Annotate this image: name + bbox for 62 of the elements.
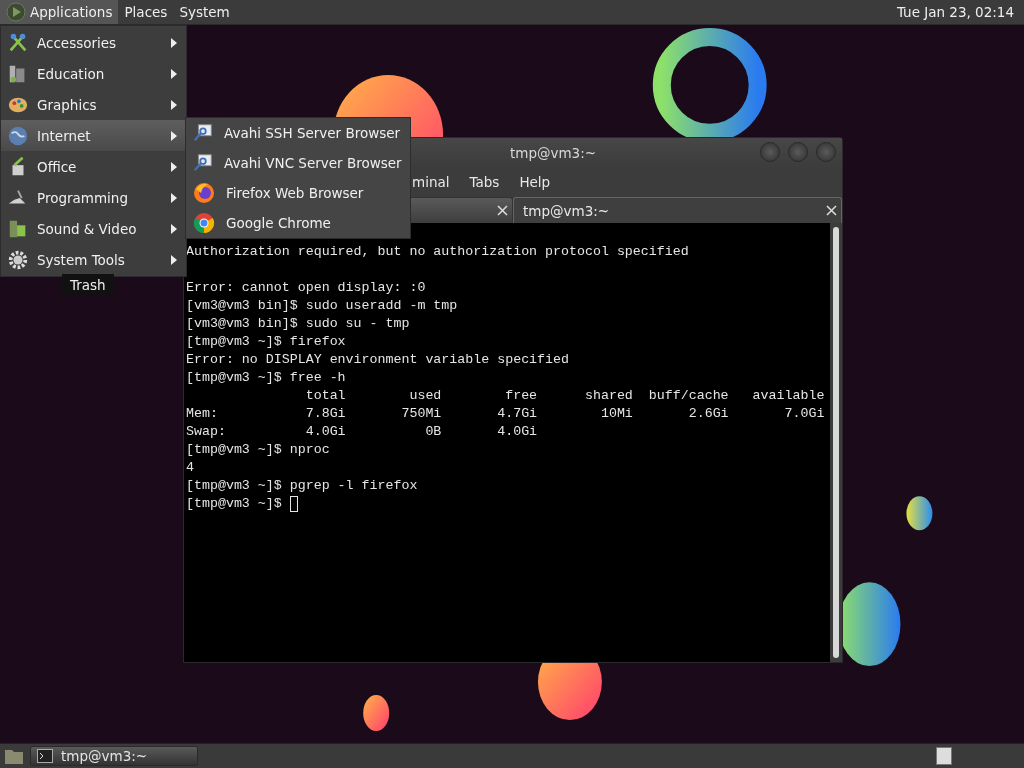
maximize-button[interactable] (788, 142, 808, 162)
terminal-line: Mem: 7.8Gi 750Mi 4.7Gi 10Mi 2.6Gi 7.0Gi (186, 405, 826, 423)
workspace-switcher[interactable] (936, 747, 952, 765)
folder-icon[interactable] (4, 747, 24, 765)
panel-menu[interactable]: Places (118, 0, 174, 24)
play-logo-icon (6, 2, 26, 22)
terminal-line: [vm3@vm3 bin]$ sudo su - tmp (186, 315, 411, 333)
menu-item[interactable]: System Tools (1, 244, 186, 275)
submenu-arrow-icon (170, 222, 178, 235)
close-icon[interactable] (826, 205, 837, 216)
chrome-icon (192, 211, 216, 235)
submenu-arrow-icon (170, 253, 178, 266)
terminal-line: [tmp@vm3 ~]$ (186, 495, 828, 513)
menu-item[interactable]: minal (412, 174, 450, 190)
terminal-line: Error: no DISPLAY environment variable specified (186, 351, 570, 369)
fox-globe-icon (192, 181, 216, 205)
submenu-arrow-icon (170, 191, 178, 204)
terminal-line: Authorization required, but no authorization protocol specified (186, 243, 690, 261)
menu-item[interactable]: Google Chrome (186, 208, 410, 238)
scissors-icon (7, 31, 29, 54)
terminal-line: Swap: 4.0Gi 0B 4.0Gi (186, 423, 539, 441)
submenu-arrow-icon (170, 67, 178, 80)
magnifier-icon (192, 152, 214, 174)
terminal-line: [tmp@vm3 ~]$ free -h (186, 369, 347, 387)
close-icon[interactable] (497, 205, 508, 216)
scrollbar-thumb[interactable] (833, 227, 839, 658)
submenu-arrow-icon (170, 129, 178, 142)
menu-item[interactable]: Office (1, 151, 186, 182)
window-title: tmp@vm3:~ (509, 144, 597, 161)
terminal-line: [vm3@vm3 bin]$ sudo useradd -m tmp (186, 297, 459, 315)
terminal-tab[interactable]: tmp@vm3:~ (513, 197, 842, 223)
magnifier-icon (192, 122, 214, 144)
submenu-arrow-icon (170, 36, 178, 49)
gear-icon (7, 248, 29, 271)
terminal-line: total used free shared buff/cache available (304, 387, 826, 405)
menu-item[interactable]: Programming (1, 182, 186, 213)
menu-item[interactable]: Help (519, 174, 551, 190)
tooltip: Trash (62, 274, 114, 296)
menu-item[interactable]: Sound & Video (1, 213, 186, 244)
close-button[interactable] (816, 142, 836, 162)
terminal-icon (37, 749, 53, 763)
menu-item[interactable]: Tabs (469, 174, 500, 190)
terminal-line: Error: cannot open display: :0 (186, 279, 427, 297)
panel-menu[interactable]: Applications (0, 0, 119, 24)
menu-item[interactable]: Education (1, 58, 186, 89)
terminal-line: 4 (186, 459, 195, 477)
menu-item[interactable]: Graphics (1, 89, 186, 120)
menu-item[interactable]: Internet (1, 120, 186, 151)
panel-menu[interactable]: System (173, 0, 236, 24)
terminal-line: [tmp@vm3 ~]$ firefox (186, 333, 347, 351)
terminal-line: [tmp@vm3 ~]$ pgrep -l firefox (186, 477, 419, 495)
submenu-arrow-icon (170, 98, 178, 111)
taskbar-button[interactable]: tmp@vm3:~ (30, 746, 198, 766)
menu-item[interactable]: Accessories (1, 27, 186, 58)
menu-item[interactable]: Avahi SSH Server Browser (186, 118, 410, 148)
submenu-arrow-icon (170, 160, 178, 173)
menu-item[interactable]: Avahi VNC Server Browser (186, 148, 410, 178)
globe-icon (7, 124, 29, 147)
minimize-button[interactable] (760, 142, 780, 162)
clock[interactable]: Tue Jan 23, 02:14 (886, 0, 1024, 24)
terminal-line: [tmp@vm3 ~]$ nproc (186, 441, 331, 459)
menu-item[interactable]: Firefox Web Browser (186, 178, 410, 208)
